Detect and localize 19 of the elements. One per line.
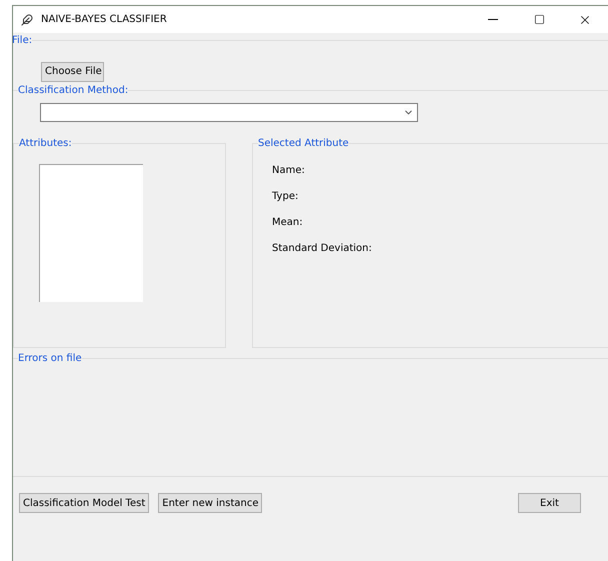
section-label: File: <box>12 34 32 47</box>
section-label: Errors on file <box>18 352 82 365</box>
action-button[interactable]: Exit <box>518 493 581 513</box>
attributes-list[interactable] <box>39 164 143 302</box>
action-button[interactable]: Classification Model Test <box>19 493 150 513</box>
minimize-icon <box>488 19 498 20</box>
window-title: NAIVE-BAYES CLASSIFIER <box>41 13 167 27</box>
attribute-field-label: Type: <box>272 190 300 204</box>
section-label: Classification Method: <box>18 84 128 97</box>
action-button[interactable]: Enter new instance <box>158 493 262 513</box>
attribute-field-label: Mean: <box>272 216 304 230</box>
maximize-icon <box>534 14 544 25</box>
section-label: Attributes: <box>19 137 72 150</box>
feather-icon <box>21 14 33 26</box>
attribute-field-label: Standard Deviation: <box>272 242 373 256</box>
action-button[interactable]: Choose File <box>41 62 104 82</box>
method-dropdown[interactable] <box>40 103 418 122</box>
section-label: Selected Attribute <box>258 137 349 150</box>
attribute-field-label: Name: <box>272 164 306 178</box>
